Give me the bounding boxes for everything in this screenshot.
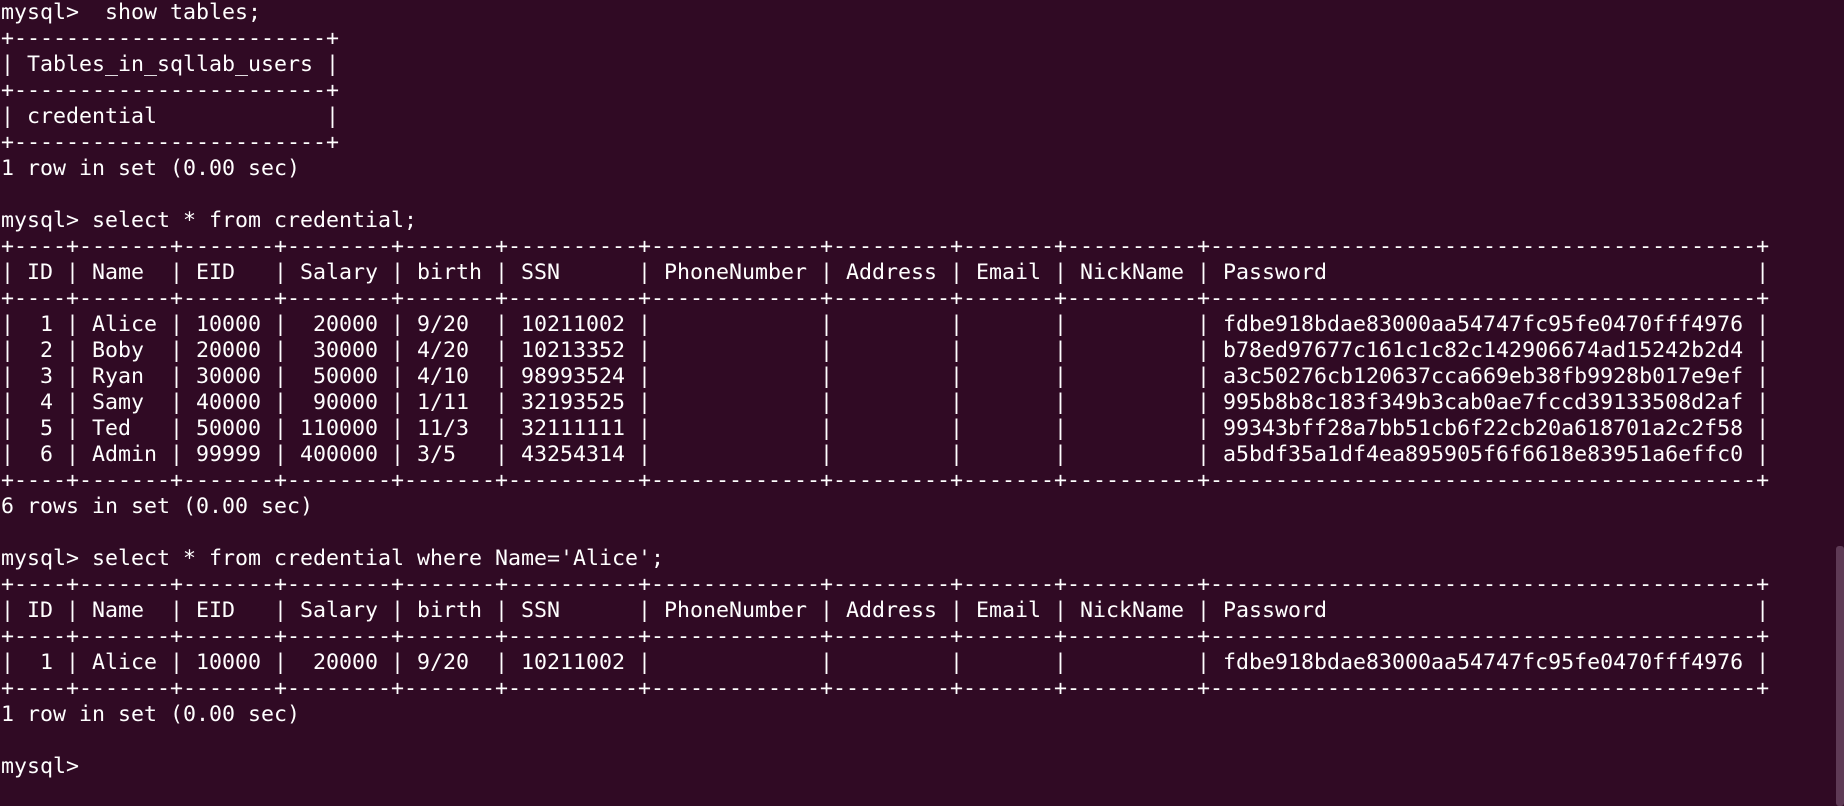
table-border: +----+-------+-------+--------+-------+-… <box>1 234 1770 259</box>
prompt-show-tables: mysql> show tables; <box>1 0 262 25</box>
table-row: | 3 | Ryan | 30000 | 50000 | 4/10 | 9899… <box>1 364 1770 389</box>
table-row: | credential | <box>1 104 340 129</box>
current-prompt[interactable]: mysql> <box>1 754 1831 780</box>
table-border: +------------------------+ <box>1 78 340 103</box>
scrollbar-thumb[interactable] <box>1836 546 1844 806</box>
terminal-window[interactable]: mysql> show tables; +-------------------… <box>0 0 1844 806</box>
terminal-output[interactable]: mysql> show tables; +-------------------… <box>1 0 1831 806</box>
table-header-row: | ID | Name | EID | Salary | birth | SSN… <box>1 260 1770 285</box>
table-row: | 1 | Alice | 10000 | 20000 | 9/20 | 102… <box>1 312 1770 337</box>
table-row: | 6 | Admin | 99999 | 400000 | 3/5 | 432… <box>1 442 1770 467</box>
prompt-select-alice: mysql> select * from credential where Na… <box>1 546 665 571</box>
table-header-row: | ID | Name | EID | Salary | birth | SSN… <box>1 598 1770 623</box>
table-border: +------------------------+ <box>1 130 340 155</box>
table-border: +----+-------+-------+--------+-------+-… <box>1 468 1770 493</box>
table-row: | 4 | Samy | 40000 | 90000 | 1/11 | 3219… <box>1 390 1770 415</box>
table-row: | 2 | Boby | 20000 | 30000 | 4/20 | 1021… <box>1 338 1770 363</box>
prompt-select-all: mysql> select * from credential; <box>1 208 418 233</box>
table-header-row: | Tables_in_sqllab_users | <box>1 52 340 77</box>
table-row: | 1 | Alice | 10000 | 20000 | 9/20 | 102… <box>1 650 1770 675</box>
table-border: +----+-------+-------+--------+-------+-… <box>1 572 1770 597</box>
table-border: +----+-------+-------+--------+-------+-… <box>1 624 1770 649</box>
table-border: +----+-------+-------+--------+-------+-… <box>1 286 1770 311</box>
table-border: +----+-------+-------+--------+-------+-… <box>1 676 1770 701</box>
scrollbar-track[interactable] <box>1836 0 1844 806</box>
result-summary: 1 row in set (0.00 sec) <box>1 156 301 181</box>
table-border: +------------------------+ <box>1 26 340 51</box>
result-summary: 1 row in set (0.00 sec) <box>1 702 301 727</box>
table-row: | 5 | Ted | 50000 | 110000 | 11/3 | 3211… <box>1 416 1770 441</box>
result-summary: 6 rows in set (0.00 sec) <box>1 494 314 519</box>
